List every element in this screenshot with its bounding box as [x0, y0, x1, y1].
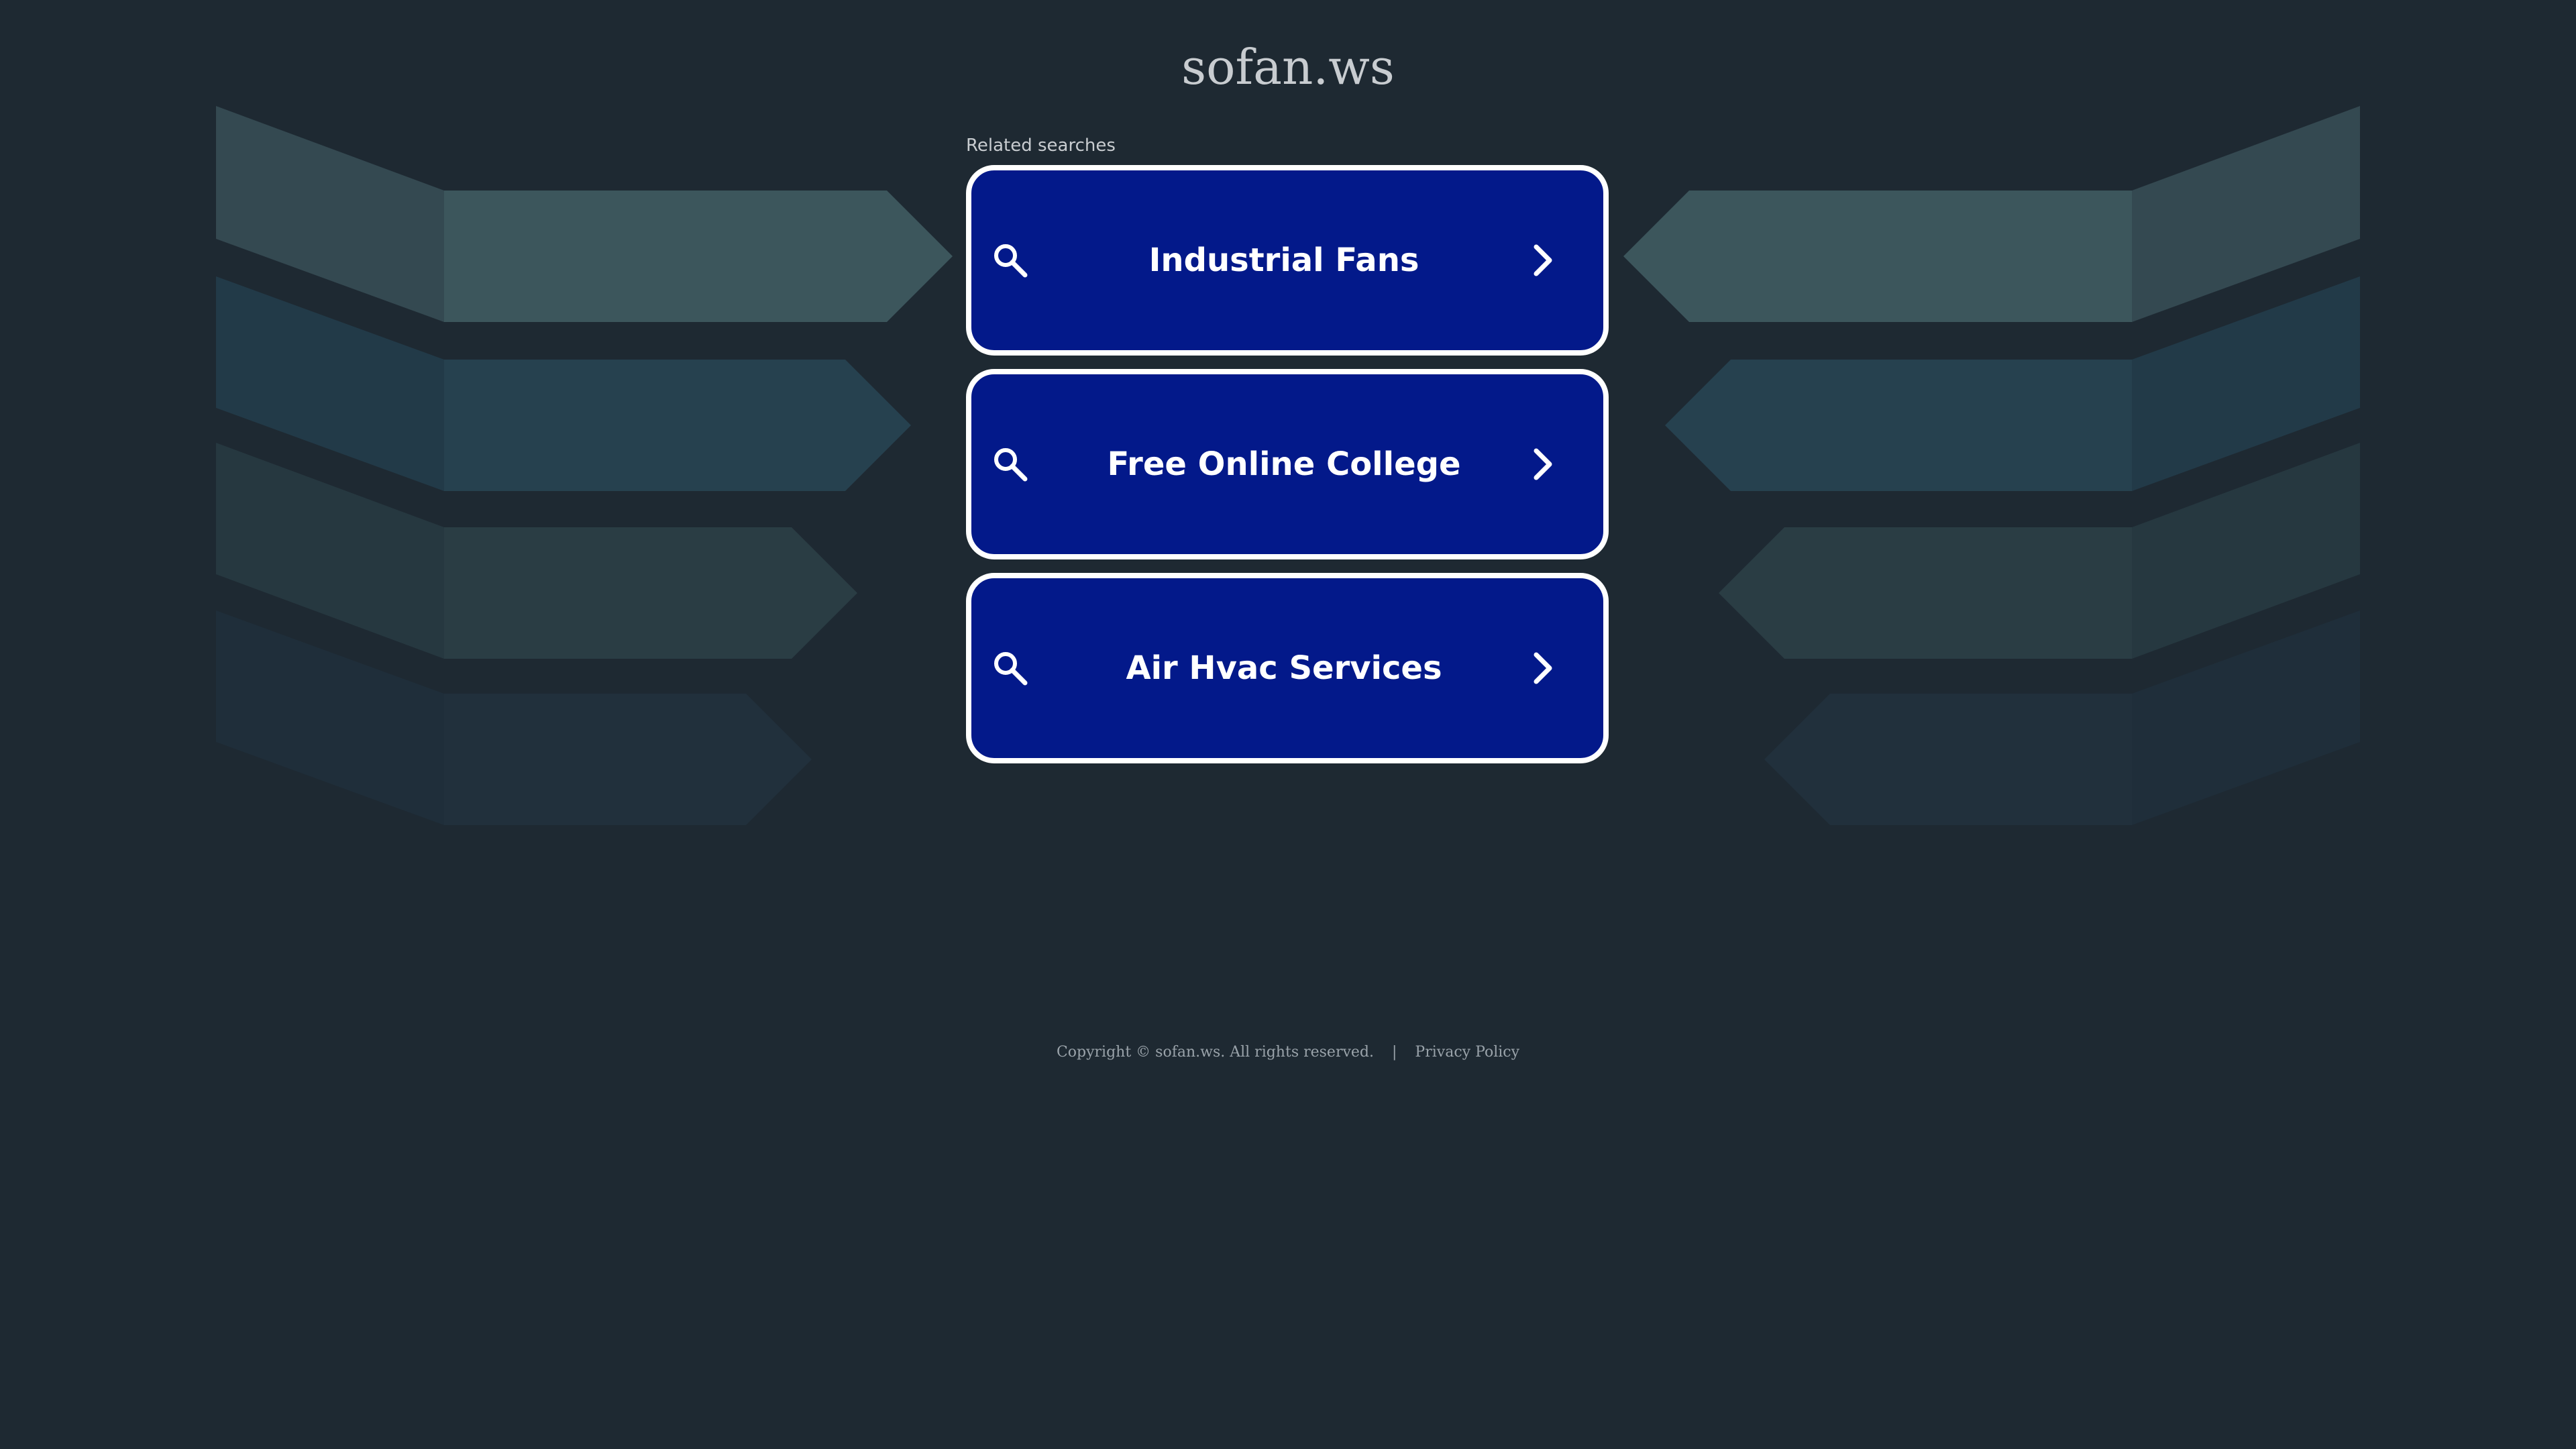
related-searches-label: Related searches	[966, 136, 1116, 156]
search-link-free-online-college[interactable]: Free Online College	[966, 369, 1609, 559]
copyright-text: Copyright © sofan.ws. All rights reserve…	[1056, 1044, 1374, 1061]
related-searches-list: Industrial Fans Free Online College Air …	[966, 165, 1610, 777]
right-wing-decoration	[1623, 106, 2360, 825]
search-icon	[994, 448, 1028, 482]
search-link-industrial-fans[interactable]: Industrial Fans	[966, 165, 1609, 356]
search-link-label: Air Hvac Services	[1126, 649, 1442, 687]
chevron-right-icon	[1534, 244, 1552, 276]
search-icon	[994, 244, 1028, 278]
search-link-air-hvac-services[interactable]: Air Hvac Services	[966, 573, 1609, 763]
footer-separator: |	[1392, 1044, 1397, 1061]
search-icon	[994, 652, 1028, 686]
privacy-policy-link[interactable]: Privacy Policy	[1415, 1044, 1519, 1061]
search-link-label: Free Online College	[1107, 445, 1461, 483]
page: sofan.ws Related searches Industrial Fan…	[0, 0, 2576, 1449]
chevron-right-icon	[1534, 448, 1552, 480]
left-wing-decoration	[216, 106, 953, 825]
footer: Copyright © sofan.ws. All rights reserve…	[0, 1044, 2576, 1061]
search-link-label: Industrial Fans	[1148, 241, 1419, 279]
site-title: sofan.ws	[1181, 39, 1395, 95]
chevron-right-icon	[1534, 652, 1552, 684]
